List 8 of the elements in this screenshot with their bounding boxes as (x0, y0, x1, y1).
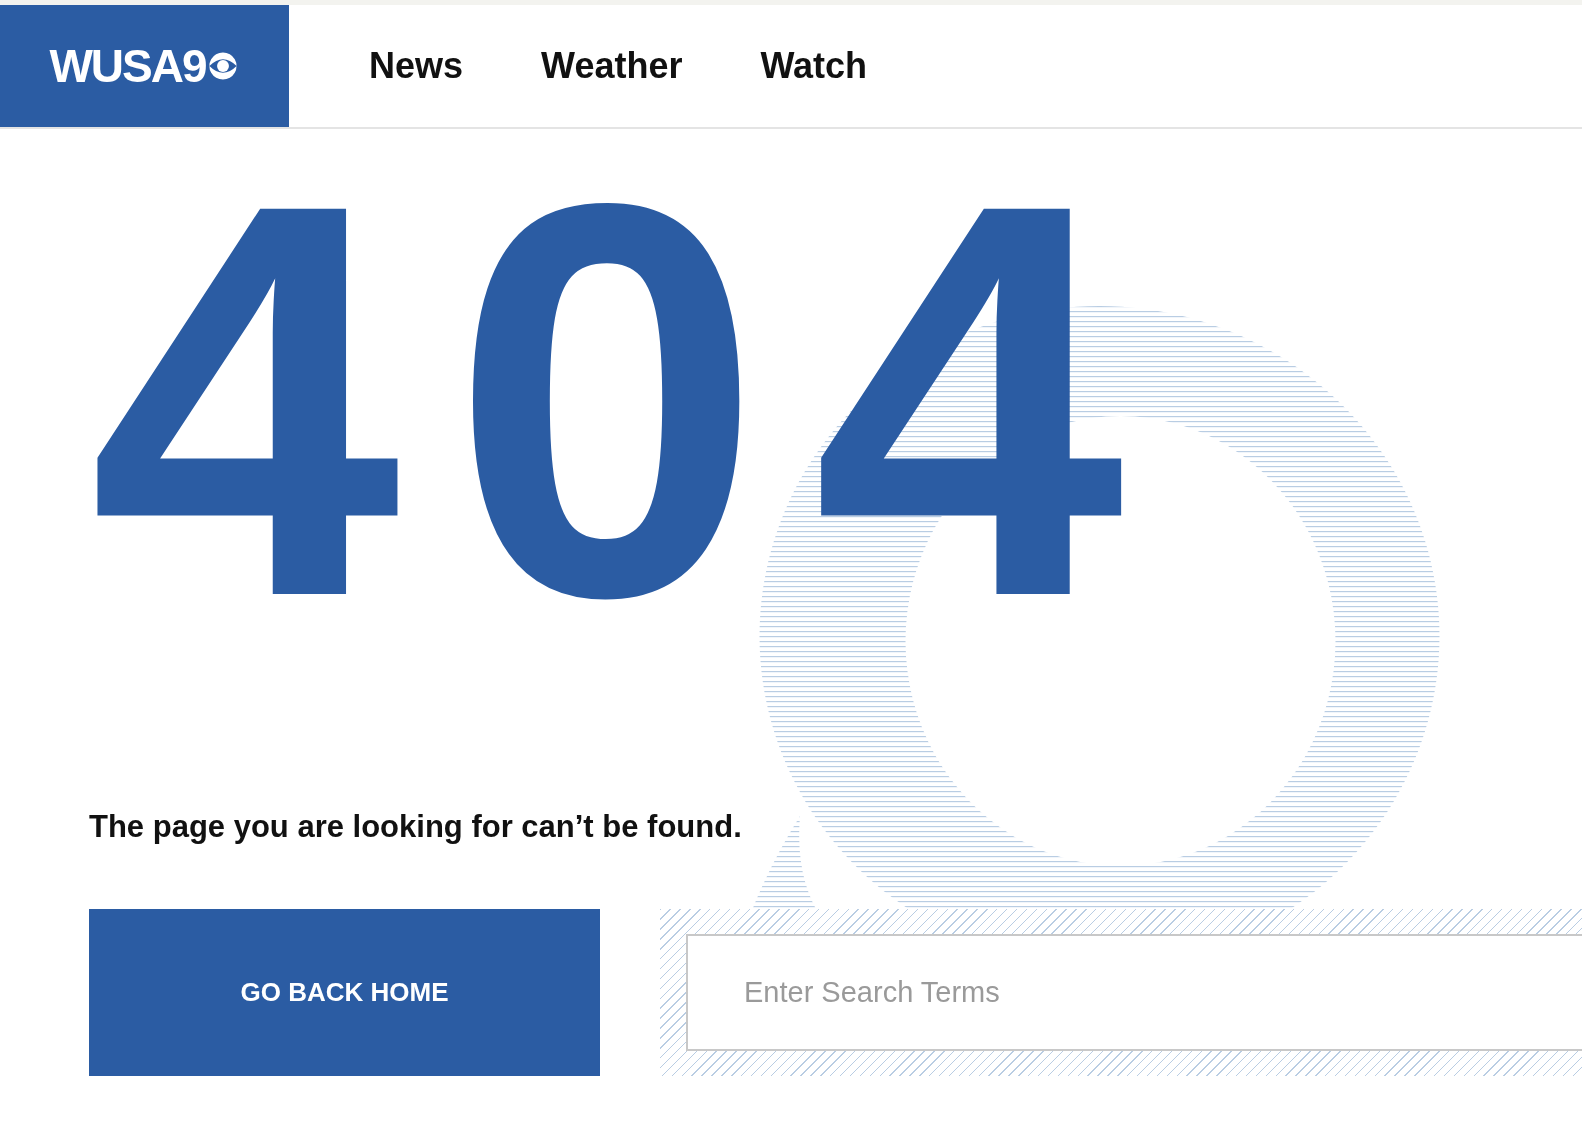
error-code: 404 (89, 176, 1175, 669)
nav-link[interactable]: Watch (760, 45, 868, 87)
nav-link[interactable]: Weather (541, 45, 683, 87)
nav-link[interactable]: News (369, 45, 464, 87)
error-message: The page you are looking for can’t be found. (89, 809, 743, 845)
search-field[interactable]: Enter Search Terms (686, 934, 1582, 1051)
site-logo[interactable]: WUSA9 (0, 5, 289, 127)
go-home-button[interactable]: GO BACK HOME (89, 909, 600, 1076)
